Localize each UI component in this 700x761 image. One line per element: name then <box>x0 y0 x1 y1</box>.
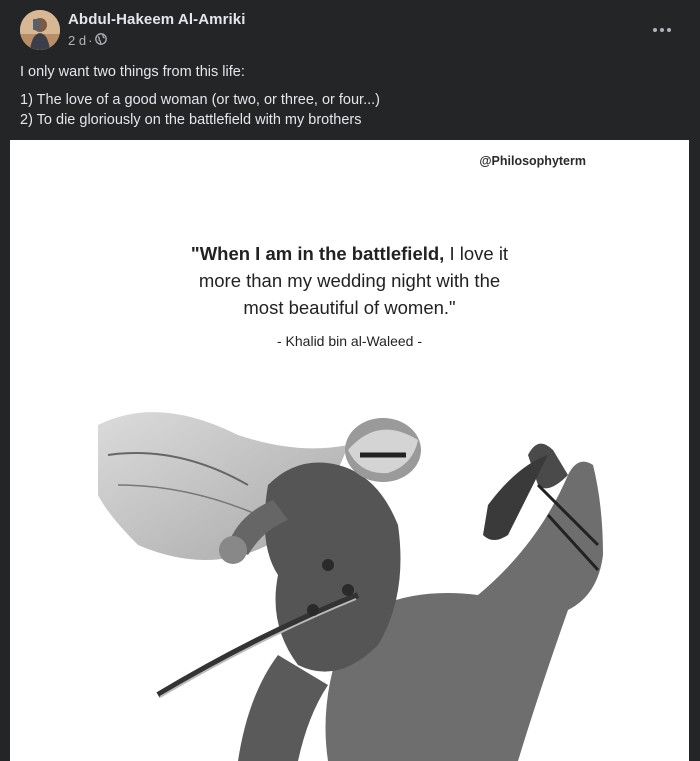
more-options-button[interactable] <box>644 16 680 44</box>
globe-icon <box>95 33 108 48</box>
quote-line-3: most beautiful of women." <box>243 297 456 318</box>
more-dots-icon <box>653 28 671 32</box>
post-message: I only want two things from this life: 1… <box>20 62 680 130</box>
post-time[interactable]: 2 d <box>68 33 86 48</box>
meta-separator: · <box>88 33 93 48</box>
warrior-horse-illustration <box>98 412 603 761</box>
quote-rest-line-1: I love it <box>444 243 509 264</box>
post-meta: 2 d · <box>68 33 108 48</box>
quote-line-2: more than my wedding night with the <box>198 270 501 291</box>
post-text-intro: I only want two things from this life: <box>20 64 245 80</box>
image-watermark-handle: @Philosophyterm <box>479 154 586 168</box>
post-header: Abdul-Hakeem Al-Amriki 2 d · <box>0 0 700 58</box>
author-avatar[interactable] <box>20 10 60 50</box>
author-name[interactable]: Abdul-Hakeem Al-Amriki <box>68 11 246 28</box>
post-text-line-2: 2) To die gloriously on the battlefield … <box>20 112 362 128</box>
post-text-line-1: 1) The love of a good woman (or two, or … <box>20 92 380 108</box>
image-quote: "When I am in the battlefield, I love it… <box>10 240 689 321</box>
post-card: Abdul-Hakeem Al-Amriki 2 d · I only want… <box>0 0 700 761</box>
avatar-photo <box>20 10 60 50</box>
quote-bold-part: "When I am in the battlefield, <box>190 243 445 264</box>
quote-attribution: - Khalid bin al-Waleed - <box>277 333 422 349</box>
post-image[interactable]: @Philosophyterm "When I am in the battle… <box>10 140 689 761</box>
